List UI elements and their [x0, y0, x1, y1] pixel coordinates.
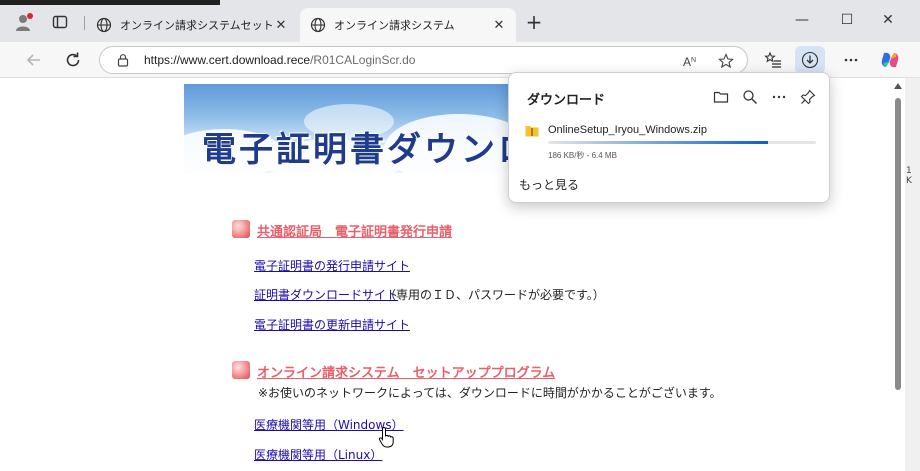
copilot-icon[interactable]	[880, 50, 900, 70]
back-icon[interactable]	[24, 50, 44, 70]
downloads-flyout: ダウンロード OnlineSetup_Iryou_Windows.zip 186…	[508, 72, 830, 203]
tab-setup-guide[interactable]: オンライン請求システムセットアップ手順 ✕	[86, 8, 298, 42]
minimize-button[interactable]: —	[792, 12, 812, 32]
network-note: ※お使いのネットワークによっては、ダウンロードに時間がかかることがございます。	[258, 386, 722, 400]
section-title-setup-program[interactable]: オンライン請求システム セットアッププログラム	[257, 362, 555, 381]
link-renewal-application[interactable]: 電子証明書の更新申請サイト	[254, 316, 410, 333]
download-progress-bar	[548, 141, 816, 144]
download-file-name[interactable]: OnlineSetup_Iryou_Windows.zip	[548, 124, 707, 136]
link-setup-linux[interactable]: 医療機関等用（Linux）	[254, 446, 382, 463]
favorite-star-icon[interactable]	[718, 53, 734, 69]
section-title-cert-application[interactable]: 共通認証局 電子証明書発行申請	[257, 221, 452, 240]
link-cert-download[interactable]: 証明書ダウンロードサイト	[254, 286, 398, 303]
address-bar[interactable]: https://www.cert.download.rece/R01CALogi…	[99, 46, 748, 74]
download-icon	[801, 51, 819, 69]
svg-text:A: A	[683, 55, 691, 69]
scrollbar-thumb[interactable]	[895, 98, 901, 390]
scroll-up-icon[interactable]	[894, 83, 902, 89]
new-tab-button[interactable]: +	[524, 12, 544, 33]
see-more-link[interactable]: もっと見る	[519, 176, 579, 193]
more-options-icon[interactable]	[842, 51, 860, 69]
adjacent-window-edge: 1 K	[905, 78, 920, 471]
site-info-icon[interactable]	[116, 53, 130, 67]
close-icon[interactable]: ✕	[274, 18, 288, 33]
globe-icon	[310, 17, 326, 33]
download-progress-fill	[548, 141, 768, 144]
desktop-edge	[0, 0, 220, 5]
section-bullet	[232, 361, 250, 379]
link-issue-application[interactable]: 電子証明書の発行申請サイト	[254, 257, 410, 274]
tab-online-billing[interactable]: オンライン請求システム ✕	[300, 8, 516, 42]
tab-strip: オンライン請求システムセットアップ手順 ✕ オンライン請求システム ✕ + — …	[0, 0, 920, 42]
pin-icon[interactable]	[800, 89, 816, 105]
window-close-button[interactable]: ✕	[878, 12, 898, 32]
url-path: /R01CALoginScr.do	[310, 53, 416, 67]
open-folder-icon[interactable]	[713, 89, 729, 105]
profile-icon[interactable]	[14, 12, 34, 32]
page-banner: 電子証明書ダウンロード	[184, 84, 514, 173]
refresh-icon[interactable]	[63, 50, 83, 70]
tab-title: オンライン請求システム	[334, 19, 455, 32]
edge-fragment-text: 1 K	[906, 166, 912, 186]
search-icon[interactable]	[742, 89, 758, 105]
maximize-button[interactable]: ☐	[837, 12, 857, 32]
section-bullet	[232, 220, 250, 238]
tab-title: オンライン請求システムセットアップ手順	[120, 19, 274, 32]
tab-actions-icon[interactable]	[52, 14, 68, 30]
hand-cursor-icon	[378, 426, 394, 448]
url-text: https://www.cert.download.rece/R01CALogi…	[144, 53, 415, 67]
close-icon[interactable]: ✕	[492, 18, 506, 33]
vertical-scrollbar[interactable]	[891, 78, 905, 471]
globe-icon	[96, 17, 112, 33]
download-status: 186 KB/秒 - 6.4 MB	[548, 151, 617, 160]
downloads-button[interactable]	[795, 46, 825, 74]
svg-text:N: N	[691, 57, 696, 64]
zip-file-icon	[525, 126, 539, 137]
cert-download-note: （専用のＩＤ、パスワードが必要です。）	[384, 288, 605, 302]
more-options-icon[interactable]	[771, 89, 787, 105]
tab-separator	[84, 16, 85, 30]
banner-title: 電子証明書ダウンロード	[202, 130, 514, 170]
url-host: https://www.cert.download.rece	[144, 53, 311, 67]
downloads-title: ダウンロード	[527, 93, 606, 108]
favorites-icon[interactable]	[764, 51, 782, 69]
read-aloud-icon[interactable]: A N	[682, 53, 698, 69]
